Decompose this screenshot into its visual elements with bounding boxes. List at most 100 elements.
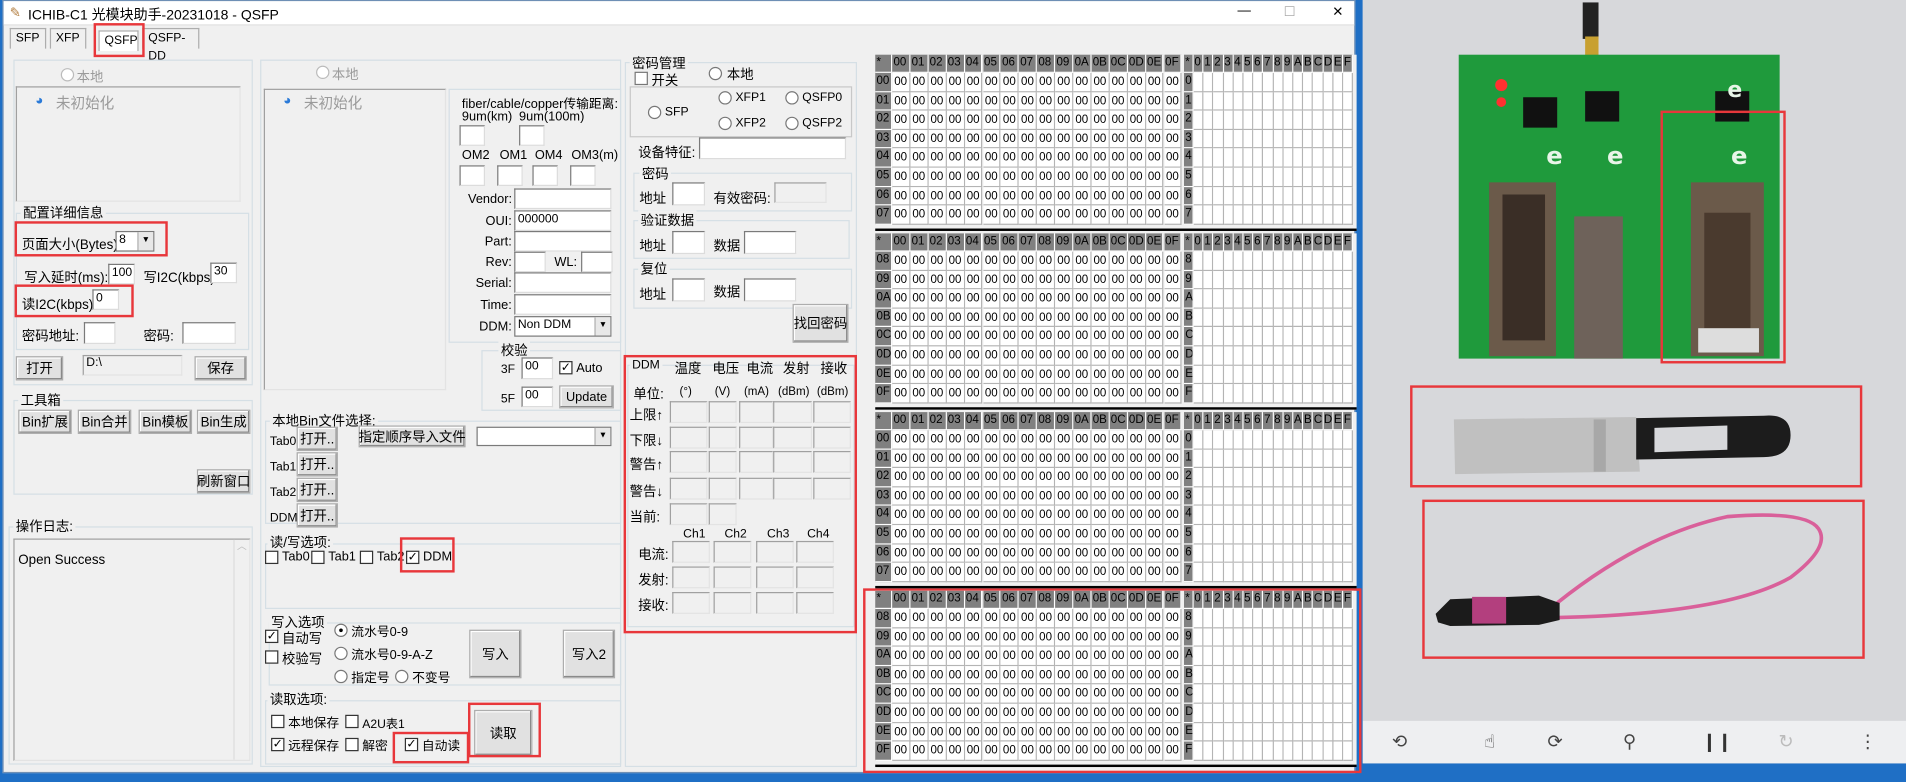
ascii-cell[interactable] xyxy=(1293,346,1304,366)
hex-cell[interactable]: 00 xyxy=(1037,251,1056,271)
hex-cell[interactable]: 00 xyxy=(1109,110,1128,130)
hex-cell[interactable]: 00 xyxy=(982,646,1001,666)
hex-cell[interactable]: 00 xyxy=(982,205,1001,225)
hex-cell[interactable]: 00 xyxy=(1073,525,1092,545)
hex-cell[interactable]: 00 xyxy=(1019,148,1038,168)
hex-cell[interactable]: 00 xyxy=(1073,506,1092,526)
hex-cell[interactable]: 00 xyxy=(1055,722,1074,742)
ascii-cell[interactable] xyxy=(1203,365,1214,385)
ascii-cell[interactable] xyxy=(1233,684,1244,704)
ascii-cell[interactable] xyxy=(1283,308,1294,328)
ascii-cell[interactable] xyxy=(1213,506,1224,526)
ascii-cell[interactable] xyxy=(1273,544,1284,564)
ascii-cell[interactable] xyxy=(1203,525,1214,545)
hex-cell[interactable]: 00 xyxy=(982,384,1001,404)
tab-sfp[interactable]: SFP xyxy=(9,27,47,49)
hex-cell[interactable]: 00 xyxy=(1127,646,1146,666)
hex-cell[interactable]: 00 xyxy=(1037,72,1056,92)
hex-cell[interactable]: 00 xyxy=(1037,544,1056,564)
ascii-cell[interactable] xyxy=(1303,186,1314,206)
hex-cell[interactable]: 00 xyxy=(1145,741,1164,761)
hex-cell[interactable]: 00 xyxy=(1055,684,1074,704)
ascii-cell[interactable] xyxy=(1213,148,1224,168)
hex-cell[interactable]: 00 xyxy=(910,129,929,149)
ascii-cell[interactable] xyxy=(1323,449,1334,469)
ascii-cell[interactable] xyxy=(1203,684,1214,704)
ascii-cell[interactable] xyxy=(1203,563,1214,583)
hex-cell[interactable]: 00 xyxy=(1127,308,1146,328)
hex-cell[interactable]: 00 xyxy=(928,365,947,385)
ascii-cell[interactable] xyxy=(1323,684,1334,704)
ascii-cell[interactable] xyxy=(1343,563,1354,583)
ascii-cell[interactable] xyxy=(1193,270,1204,290)
hex-cell[interactable]: 00 xyxy=(1091,186,1110,206)
ascii-cell[interactable] xyxy=(1313,430,1324,450)
hex-cell[interactable]: 00 xyxy=(1000,741,1020,761)
ascii-cell[interactable] xyxy=(1293,487,1304,507)
hex-cell[interactable]: 00 xyxy=(946,430,965,450)
verify-data-input[interactable] xyxy=(743,230,797,255)
hex-cell[interactable]: 00 xyxy=(910,506,929,526)
ascii-cell[interactable] xyxy=(1203,646,1214,666)
ascii-cell[interactable] xyxy=(1323,346,1334,366)
hex-cell[interactable]: 00 xyxy=(910,646,929,666)
hex-cell[interactable]: 00 xyxy=(1073,91,1092,111)
hex-cell[interactable]: 00 xyxy=(1163,365,1183,385)
ascii-cell[interactable] xyxy=(1303,627,1314,647)
hex-cell[interactable]: 00 xyxy=(1109,308,1128,328)
ascii-cell[interactable] xyxy=(1203,186,1214,206)
hex-cell[interactable]: 00 xyxy=(1163,270,1183,290)
hex-cell[interactable]: 00 xyxy=(1145,308,1164,328)
ascii-cell[interactable] xyxy=(1203,289,1214,309)
hex-cell[interactable]: 00 xyxy=(1145,722,1164,742)
hex-cell[interactable]: 00 xyxy=(1019,346,1038,366)
hex-cell[interactable]: 00 xyxy=(928,110,947,130)
ascii-cell[interactable] xyxy=(1233,665,1244,685)
import-select[interactable]: ▼ xyxy=(476,426,612,447)
ascii-cell[interactable] xyxy=(1223,186,1234,206)
ascii-cell[interactable] xyxy=(1263,186,1274,206)
ascii-cell[interactable] xyxy=(1343,544,1354,564)
ascii-cell[interactable] xyxy=(1333,270,1344,290)
ascii-cell[interactable] xyxy=(1233,544,1244,564)
hex-cell[interactable]: 00 xyxy=(1055,270,1074,290)
hex-cell[interactable]: 00 xyxy=(946,449,965,469)
hex-cell[interactable]: 00 xyxy=(892,110,911,130)
hex-cell[interactable]: 00 xyxy=(1109,449,1128,469)
hex-cell[interactable]: 00 xyxy=(928,148,947,168)
hex-cell[interactable]: 00 xyxy=(982,468,1001,488)
hex-cell[interactable]: 00 xyxy=(1037,430,1056,450)
ascii-cell[interactable] xyxy=(1223,327,1234,347)
ascii-cell[interactable] xyxy=(1333,684,1344,704)
hex-cell[interactable]: 00 xyxy=(1037,270,1056,290)
ascii-cell[interactable] xyxy=(1333,627,1344,647)
hex-cell[interactable]: 00 xyxy=(1019,525,1038,545)
ascii-cell[interactable] xyxy=(1303,525,1314,545)
ascii-cell[interactable] xyxy=(1243,148,1254,168)
ascii-cell[interactable] xyxy=(1343,186,1354,206)
ascii-cell[interactable] xyxy=(1243,544,1254,564)
ascii-cell[interactable] xyxy=(1343,703,1354,723)
ascii-cell[interactable] xyxy=(1293,609,1304,628)
ascii-cell[interactable] xyxy=(1293,627,1304,647)
hex-cell[interactable]: 00 xyxy=(964,609,983,628)
hex-cell[interactable]: 00 xyxy=(1127,665,1146,685)
ascii-cell[interactable] xyxy=(1243,91,1254,111)
ascii-cell[interactable] xyxy=(1283,205,1294,225)
ascii-cell[interactable] xyxy=(1243,609,1254,628)
hex-cell[interactable]: 00 xyxy=(1000,365,1020,385)
ascii-cell[interactable] xyxy=(1193,129,1204,149)
hex-cell[interactable]: 00 xyxy=(892,384,911,404)
hex-cell[interactable]: 00 xyxy=(1109,186,1128,206)
hex-cell[interactable]: 00 xyxy=(892,205,911,225)
ascii-cell[interactable] xyxy=(1283,327,1294,347)
ascii-cell[interactable] xyxy=(1293,251,1304,271)
hex-cell[interactable]: 00 xyxy=(1163,308,1183,328)
refresh-icon[interactable]: ↻ xyxy=(1778,731,1793,753)
ascii-cell[interactable] xyxy=(1213,665,1224,685)
ascii-cell[interactable] xyxy=(1333,449,1344,469)
ascii-cell[interactable] xyxy=(1203,72,1214,92)
ascii-cell[interactable] xyxy=(1273,167,1284,187)
ascii-cell[interactable] xyxy=(1343,684,1354,704)
ascii-cell[interactable] xyxy=(1283,487,1294,507)
